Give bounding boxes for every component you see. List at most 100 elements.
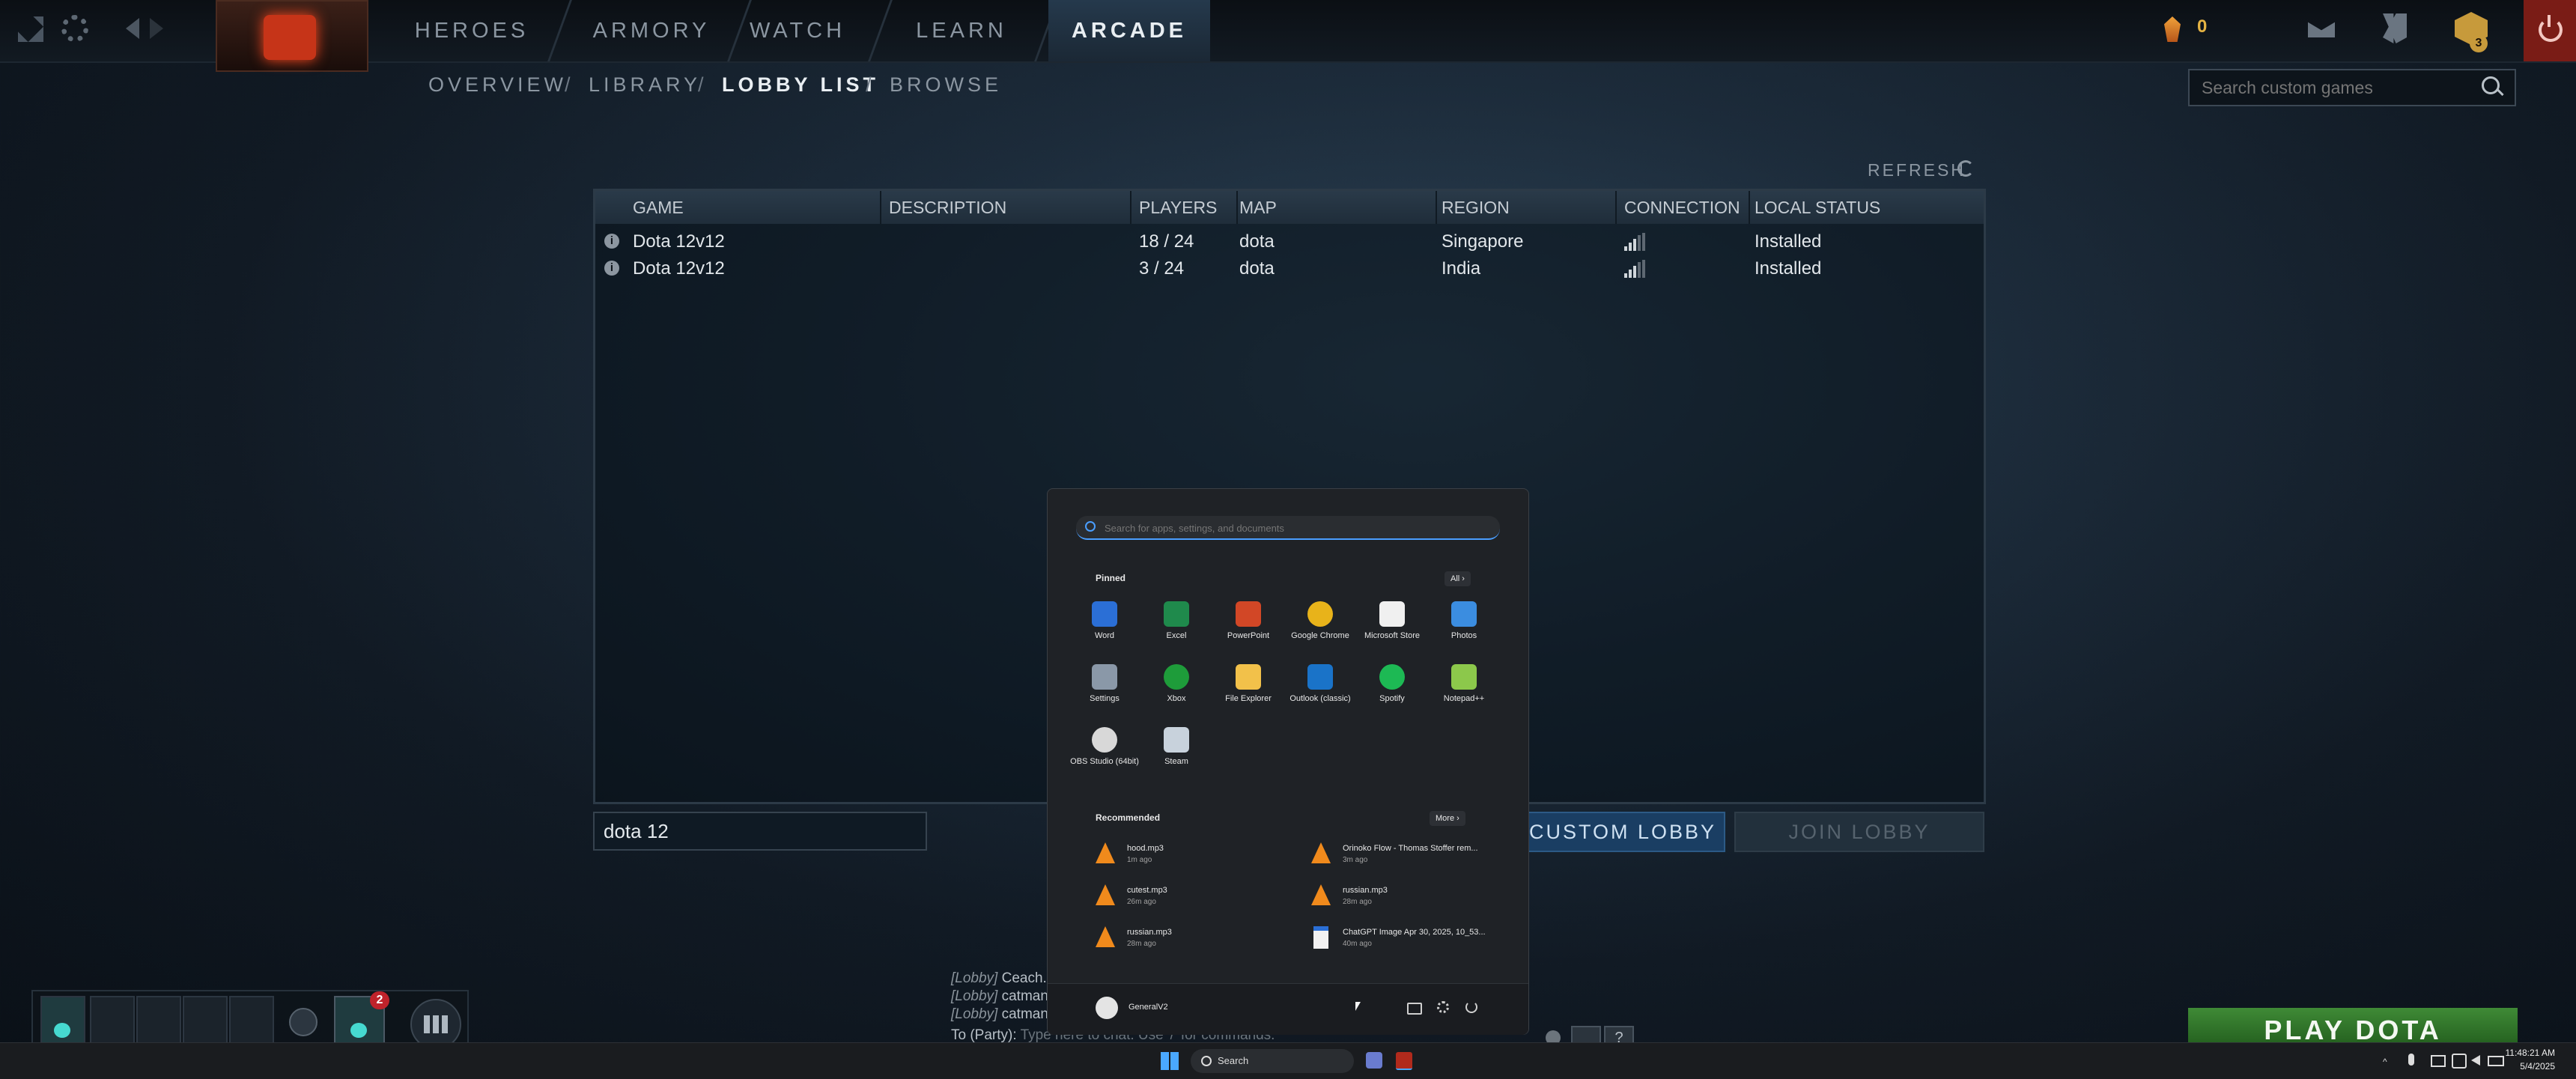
all-apps-button[interactable]: All › (1445, 571, 1471, 586)
recommended-item[interactable]: cutest.mp3 26m ago (1096, 880, 1283, 916)
tab-heroes[interactable]: HEROES (389, 0, 554, 61)
col-players[interactable]: PLAYERS (1139, 191, 1217, 224)
mail-icon[interactable] (2308, 19, 2335, 37)
column-divider (1236, 191, 1238, 224)
subnav-lobby-list[interactable]: LOBBY LIST (722, 73, 879, 97)
col-connection[interactable]: CONNECTION (1624, 191, 1740, 224)
party-slot-empty[interactable] (183, 996, 228, 1045)
spotify-icon (1379, 664, 1405, 690)
clock-time[interactable]: 11:48:21 AM (2491, 1048, 2556, 1058)
create-custom-lobby-button[interactable]: CUSTOM LOBBY (1520, 812, 1725, 852)
pinned-app-xbox[interactable]: Xbox (1142, 664, 1211, 703)
voice-chat-icon[interactable] (289, 1008, 318, 1036)
connection-signal-icon (1624, 260, 1647, 278)
power-quit-icon[interactable] (2524, 0, 2576, 61)
more-recommended-button[interactable]: More › (1430, 811, 1465, 826)
recommended-item[interactable]: Orinoko Flow - Thomas Stoffer rem... 3m a… (1311, 838, 1498, 874)
col-local-status[interactable]: LOCAL STATUS (1755, 191, 1880, 224)
pinned-app-photos[interactable]: Photos (1430, 601, 1498, 640)
pinned-app-label: Xbox (1167, 694, 1186, 703)
recommended-item-time: 28m ago (1343, 898, 1372, 906)
microphone-icon[interactable] (2408, 1054, 2414, 1066)
pinned-app-excel[interactable]: Excel (1142, 601, 1211, 640)
pinned-app-notepad-[interactable]: Notepad++ (1430, 664, 1498, 703)
user-name[interactable]: GeneralV2 (1128, 1003, 1168, 1012)
col-description[interactable]: DESCRIPTION (889, 191, 1006, 224)
image-file-icon (1313, 926, 1328, 949)
table-row[interactable]: i Dota 12v12 18 / 24 dota Singapore Inst… (595, 228, 1984, 255)
table-row[interactable]: i Dota 12v12 3 / 24 dota India Installed (595, 255, 1984, 282)
network-icon[interactable] (2452, 1054, 2467, 1069)
pinned-app-powerpoint[interactable]: PowerPoint (1214, 601, 1283, 640)
user-avatar[interactable] (1096, 997, 1118, 1019)
show-hidden-icons-chevron-icon[interactable]: ^ (2383, 1057, 2387, 1067)
party-slot-empty[interactable] (136, 996, 181, 1045)
documents-folder-icon[interactable] (1407, 1003, 1422, 1015)
party-slot-empty[interactable] (90, 996, 135, 1045)
join-lobby-button[interactable]: JOIN LOBBY (1734, 812, 1984, 852)
dota-menu-icon[interactable] (18, 16, 43, 42)
pinned-app-google-chrome[interactable]: Google Chrome (1286, 601, 1355, 640)
windows-start-icon[interactable] (1161, 1052, 1179, 1070)
info-icon[interactable]: i (604, 261, 619, 276)
lobby-filter-input[interactable] (602, 819, 920, 843)
start-search-input[interactable] (1103, 520, 1480, 535)
subnav-overview[interactable]: OVERVIEW (428, 73, 567, 97)
pinned-app-label: Steam (1164, 757, 1188, 766)
pinned-app-label: Microsoft Store (1364, 631, 1420, 640)
tab-arcade[interactable]: ARCADE (1048, 0, 1210, 61)
pinned-app-word[interactable]: Word (1070, 601, 1139, 640)
pinned-app-label: PowerPoint (1227, 631, 1270, 640)
back-arrow-icon[interactable] (126, 18, 139, 39)
recommended-item[interactable]: ChatGPT Image Apr 30, 2025, 10_53... 40m … (1311, 922, 1498, 958)
refresh-button[interactable]: REFRESH (1868, 159, 1980, 183)
start-search-field[interactable] (1076, 516, 1500, 540)
steam-icon (1164, 727, 1189, 753)
tab-learn[interactable]: LEARN (894, 0, 1029, 61)
party-slot-self[interactable] (40, 996, 85, 1045)
subnav-library[interactable]: LIBRARY (589, 73, 701, 97)
pinned-app-outlook-classic-[interactable]: Outlook (classic) (1286, 664, 1355, 703)
trophy-icon[interactable] (2383, 13, 2407, 43)
dota-logo-icon[interactable] (216, 0, 368, 72)
pinned-app-label: OBS Studio (64bit) (1070, 757, 1139, 766)
power-icon[interactable] (1465, 1001, 1477, 1013)
settings-gear-icon[interactable] (61, 15, 88, 42)
taskbar-search-label: Search (1218, 1055, 1249, 1066)
clock-date[interactable]: 5/4/2025 (2491, 1061, 2555, 1072)
dota-taskbar-icon[interactable] (1396, 1052, 1412, 1070)
pinned-app-settings[interactable]: Settings (1070, 664, 1139, 703)
recommended-item[interactable]: hood.mp3 1m ago (1096, 838, 1283, 874)
volume-icon[interactable] (2471, 1055, 2480, 1066)
col-region[interactable]: REGION (1442, 191, 1510, 224)
search-custom-games[interactable] (2188, 69, 2516, 106)
lobby-filter-field[interactable] (593, 812, 927, 851)
col-map[interactable]: MAP (1239, 191, 1277, 224)
pinned-app-steam[interactable]: Steam (1142, 727, 1211, 766)
info-icon[interactable]: i (604, 234, 619, 249)
taskbar-search-box[interactable]: Search (1191, 1049, 1354, 1073)
pinned-app-label: Word (1094, 631, 1115, 640)
taskview-icon[interactable] (1366, 1052, 1382, 1069)
recommended-item[interactable]: russian.mp3 28m ago (1311, 880, 1498, 916)
shard-currency-icon (2164, 16, 2181, 42)
pinned-app-file-explorer[interactable]: File Explorer (1214, 664, 1283, 703)
settings-icon[interactable] (1437, 1001, 1449, 1013)
subnav-separator: / (698, 73, 704, 96)
col-game[interactable]: GAME (633, 191, 684, 224)
tab-armory[interactable]: ARMORY (569, 0, 734, 61)
refresh-label: REFRESH (1868, 160, 1966, 180)
pinned-app-obs-studio-64bit-[interactable]: OBS Studio (64bit) (1070, 727, 1139, 766)
pinned-app-microsoft-store[interactable]: Microsoft Store (1358, 601, 1427, 640)
pinned-app-spotify[interactable]: Spotify (1358, 664, 1427, 703)
display-icon[interactable] (2431, 1055, 2446, 1067)
more-label: More (1436, 814, 1455, 823)
recommended-item[interactable]: russian.mp3 28m ago (1096, 922, 1283, 958)
search-icon[interactable] (2482, 76, 2500, 94)
search-input[interactable] (2200, 76, 2473, 99)
play-dota-button[interactable]: PLAY DOTA (2188, 1008, 2518, 1045)
subnav-browse[interactable]: BROWSE (890, 73, 1002, 97)
tab-watch[interactable]: WATCH (749, 0, 846, 61)
party-slot-empty[interactable] (229, 996, 274, 1045)
forward-arrow-icon[interactable] (150, 18, 163, 39)
